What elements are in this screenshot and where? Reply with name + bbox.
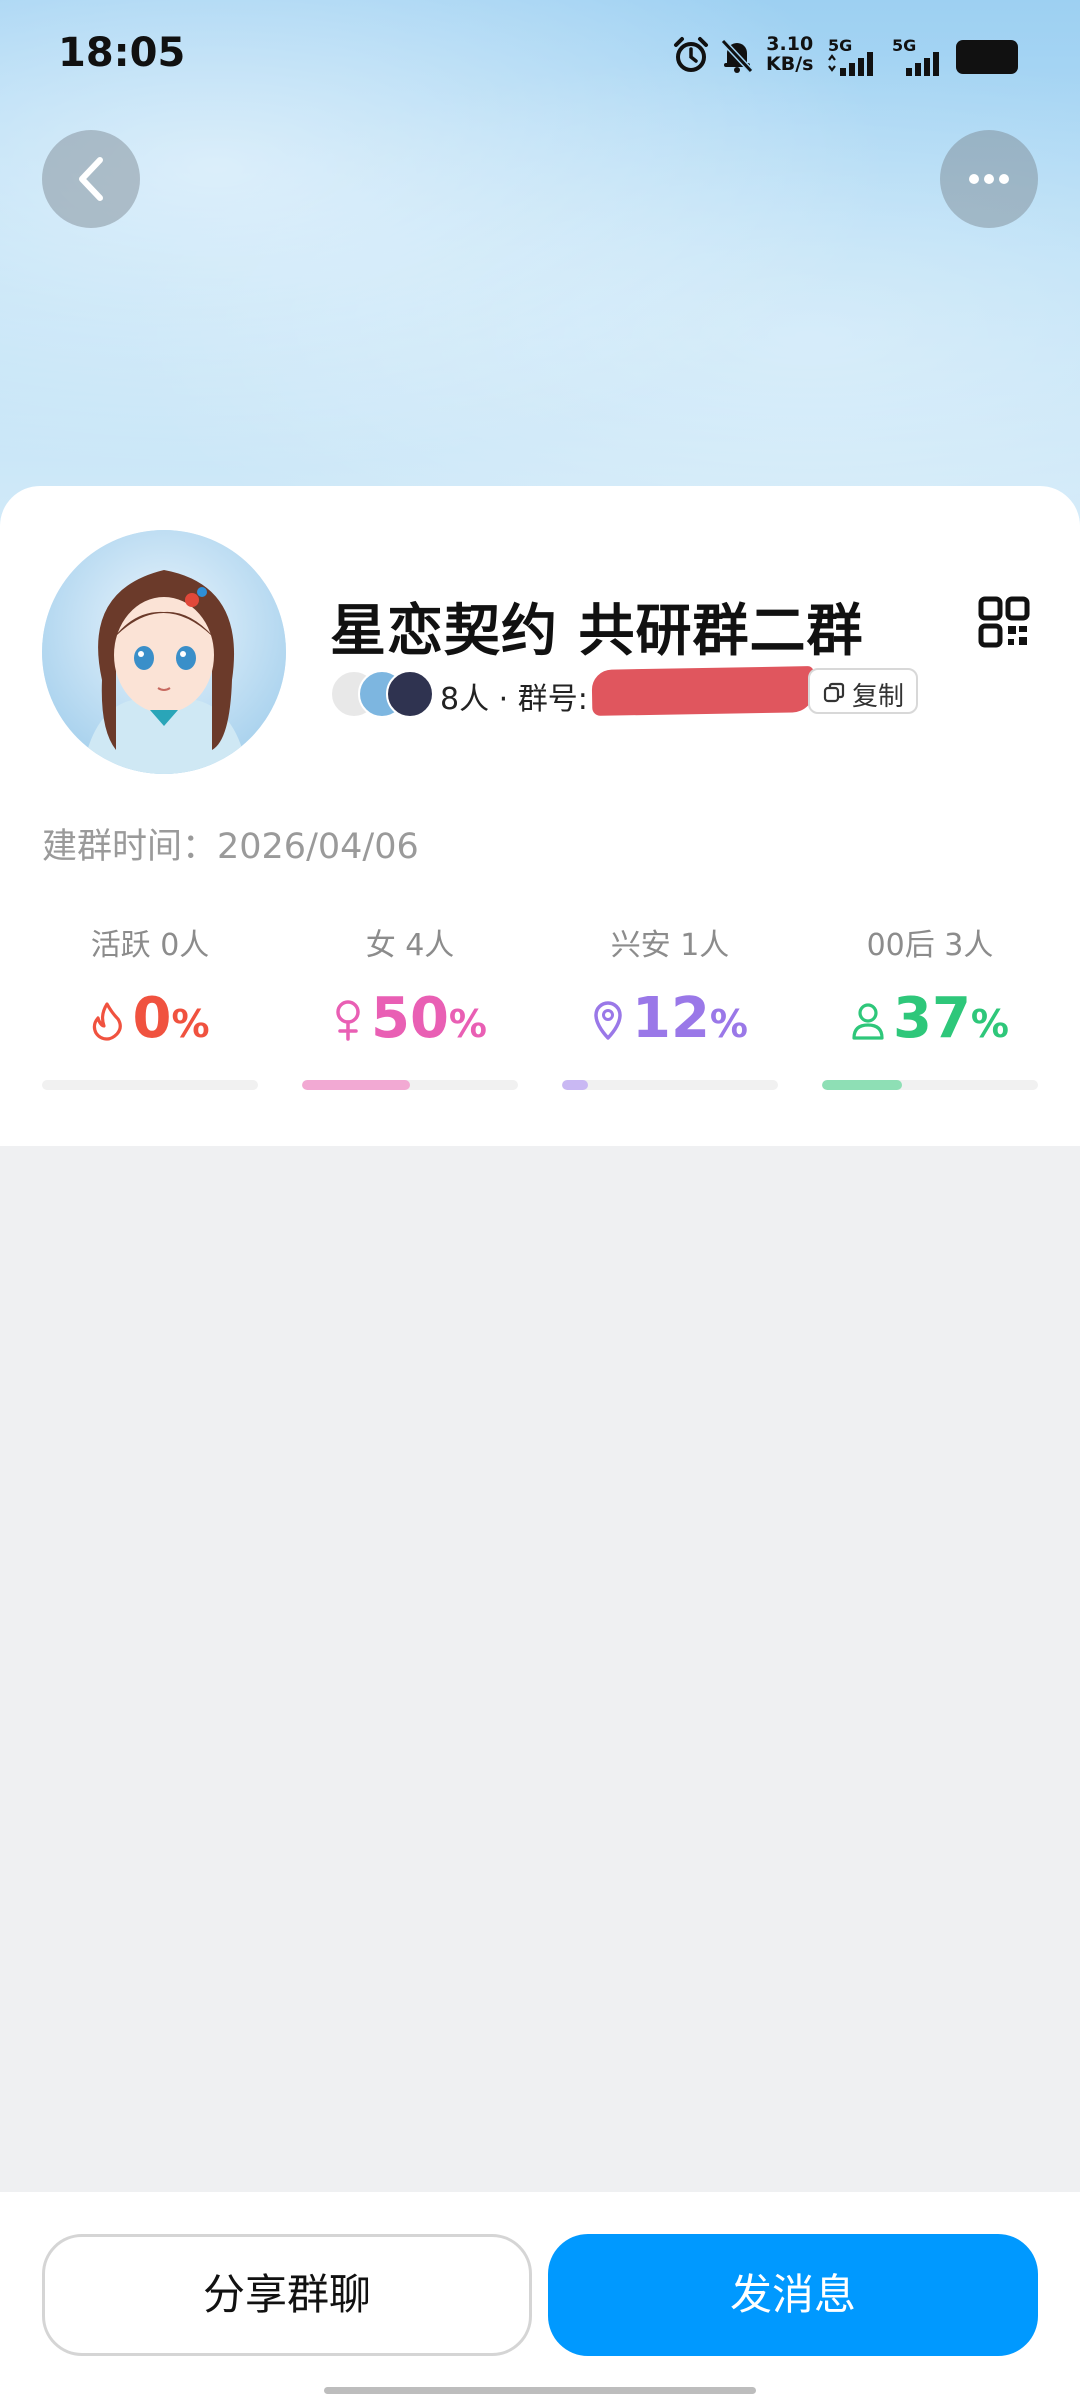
stat-progress-track [42, 1080, 258, 1090]
chevron-left-icon [79, 157, 103, 201]
status-bar: 18:05 3.10 KB/s 5G 5G [0, 0, 1080, 110]
stat-value: 37% [822, 986, 1038, 1051]
copy-label: 复制 [852, 682, 905, 712]
stat-progress-track [562, 1080, 778, 1090]
stat-label: 兴安 1人 [610, 928, 730, 963]
group-name: 星恋契约 共研群二群 [330, 599, 864, 664]
home-indicator[interactable] [324, 2387, 756, 2394]
stat-unit: % [970, 1002, 1009, 1046]
copy-icon [823, 682, 845, 703]
redacted-group-id [591, 666, 815, 716]
network-speed-value: 3.10 [766, 33, 814, 55]
stat-progress-fill [302, 1080, 410, 1090]
network-speed: 3.10 KB/s [766, 34, 813, 74]
stat-progress-fill [822, 1080, 902, 1090]
member-count-and-group-id-label: 8人 · 群号: [440, 682, 588, 717]
send-message-button[interactable]: 发消息 [548, 2234, 1038, 2356]
stat-number: 0 [132, 986, 172, 1051]
stat-unit: % [448, 1002, 487, 1046]
member-avatar [386, 670, 434, 718]
created-date: 建群时间：2026/04/06 [42, 827, 419, 867]
location-icon [594, 1001, 622, 1040]
stat-progress-track [302, 1080, 518, 1090]
stat-value: 12% [562, 986, 778, 1051]
stat-label: 00后 3人 [866, 928, 994, 963]
share-group-button[interactable]: 分享群聊 [42, 2234, 532, 2356]
female-icon [336, 1000, 360, 1041]
alarm-icon [674, 37, 708, 72]
stat-active: 活跃 0人 0% [42, 920, 258, 1100]
stat-age: 00后 3人 37% [822, 920, 1038, 1100]
stat-progress-fill [562, 1080, 588, 1090]
stat-label: 女 4人 [365, 928, 455, 963]
battery-icon [956, 40, 1018, 74]
copy-group-id-button[interactable]: 复制 [808, 668, 918, 714]
group-meta-row: 8人 · 群号: 复制 [330, 664, 930, 718]
stat-value: 0% [42, 986, 258, 1051]
more-button[interactable] [940, 130, 1038, 228]
signal-icon-2 [906, 52, 939, 76]
person-icon [852, 1003, 884, 1040]
stat-progress-track [822, 1080, 1038, 1090]
group-avatar[interactable] [42, 530, 286, 774]
group-avatar-image [42, 530, 286, 774]
qr-code-icon[interactable] [978, 596, 1030, 648]
network-speed-unit: KB/s [766, 53, 814, 75]
flame-icon [93, 1002, 123, 1041]
stat-female: 女 4人 50% [302, 920, 518, 1100]
back-button[interactable] [42, 130, 140, 228]
signal-icon [828, 52, 873, 76]
stat-value: 50% [302, 986, 518, 1051]
stat-location: 兴安 1人 12% [562, 920, 778, 1100]
stat-number: 12 [631, 986, 710, 1051]
more-dots-icon [969, 174, 1009, 184]
stat-number: 37 [892, 986, 971, 1051]
stat-unit: % [709, 1002, 748, 1046]
status-time: 18:05 [58, 30, 186, 76]
bell-muted-icon [720, 38, 754, 74]
stat-label: 活跃 0人 [90, 928, 210, 963]
stat-number: 50 [370, 986, 449, 1051]
stat-unit: % [171, 1002, 210, 1046]
